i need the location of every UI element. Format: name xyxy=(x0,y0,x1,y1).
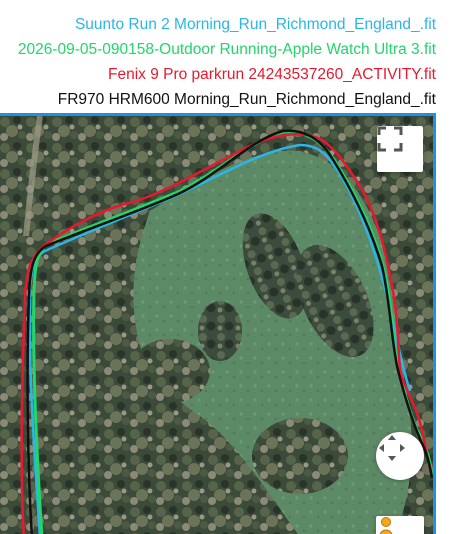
pan-arrows-icon xyxy=(379,435,405,461)
fullscreen-button[interactable] xyxy=(377,126,423,172)
shrub-cluster xyxy=(252,418,348,494)
legend-item-fenix: Fenix 9 Pro parkrun 24243537260_ACTIVITY… xyxy=(108,66,436,83)
legend-item-apple-watch: 2026-09-05-090158-Outdoor Running-Apple … xyxy=(17,41,436,58)
shrub-cluster xyxy=(198,301,242,361)
satellite-map[interactable] xyxy=(0,116,436,534)
track-legend: Suunto Run 2 Morning_Run_Richmond_Englan… xyxy=(18,12,436,112)
street-view-button[interactable] xyxy=(376,516,424,534)
pan-control-button[interactable] xyxy=(376,432,424,480)
map-view[interactable] xyxy=(0,113,436,534)
legend-item-suunto: Suunto Run 2 Morning_Run_Richmond_Englan… xyxy=(74,16,436,33)
legend-item-fr970: FR970 HRM600 Morning_Run_Richmond_Englan… xyxy=(57,91,436,108)
fullscreen-icon xyxy=(377,126,403,152)
shrub-cluster xyxy=(130,339,210,403)
pegman-icon xyxy=(379,517,393,534)
